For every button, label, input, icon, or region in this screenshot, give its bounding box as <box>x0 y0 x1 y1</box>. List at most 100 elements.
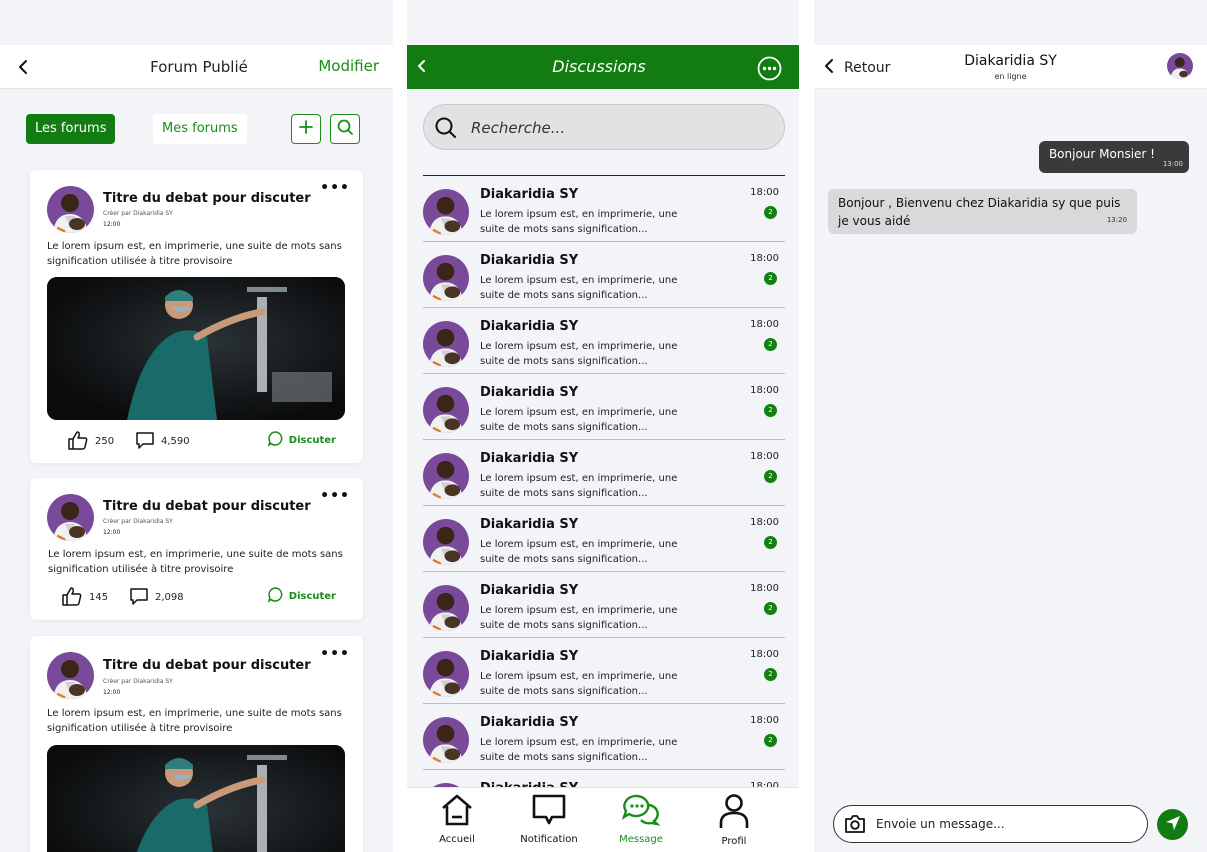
contact-name: Diakaridia SY <box>480 451 579 466</box>
contact-avatar[interactable] <box>1167 53 1193 79</box>
tab-accueil[interactable]: Accueil <box>417 793 497 845</box>
post-actions: 145 2,098 Discuter <box>30 586 363 610</box>
conversation-item[interactable]: Diakaridia SY Le lorem ipsum est, en impr… <box>423 440 785 506</box>
more-options-icon[interactable]: ••• <box>320 488 350 504</box>
search-icon <box>336 118 354 140</box>
like-count: 250 <box>95 436 115 447</box>
message-time: 18:00 <box>750 385 779 396</box>
message-preview: Le lorem ipsum est, en imprimerie, une s… <box>480 275 678 301</box>
thumbs-up-icon <box>61 586 83 609</box>
message-preview: Le lorem ipsum est, en imprimerie, une s… <box>480 209 678 235</box>
search-icon <box>434 116 458 144</box>
unread-badge: 2 <box>764 536 777 549</box>
send-button[interactable] <box>1157 809 1188 840</box>
conversation-item[interactable]: Diakaridia SY Le lorem ipsum est, en impr… <box>423 638 785 704</box>
contact-avatar <box>423 717 469 763</box>
message-time: 18:00 <box>750 319 779 330</box>
discussions-screen: Discussions Recherche... Diakaridia SY Le… <box>407 0 799 852</box>
tab-profil[interactable]: Profil <box>694 793 774 847</box>
camera-icon[interactable] <box>844 814 866 838</box>
discussions-header: Discussions <box>407 45 799 89</box>
message-time: 18:00 <box>750 451 779 462</box>
post-time: 12:00 <box>103 221 121 228</box>
more-options-icon[interactable] <box>757 56 782 85</box>
message-input[interactable]: Envoie un message... <box>833 805 1148 843</box>
post-time: 12:00 <box>103 529 121 536</box>
discuss-button[interactable]: Discuter <box>267 586 336 606</box>
add-forum-button[interactable] <box>291 114 321 144</box>
unread-badge: 2 <box>764 734 777 747</box>
tab-label: Message <box>619 834 663 845</box>
forum-screen: Forum Publié Modifier Les forums Mes for… <box>0 0 393 852</box>
more-options-icon[interactable]: ••• <box>320 646 350 662</box>
message-time: 18:00 <box>750 649 779 660</box>
contact-avatar <box>423 321 469 367</box>
message-time: 18:00 <box>750 517 779 528</box>
post-image <box>47 277 345 420</box>
chat-header: Retour Diakaridia SY en ligne <box>814 45 1207 89</box>
post-text: Le lorem ipsum est, en imprimerie, une s… <box>47 708 342 734</box>
message-preview: Le lorem ipsum est, en imprimerie, une s… <box>480 671 678 697</box>
unread-badge: 2 <box>764 668 777 681</box>
conversation-item[interactable]: Diakaridia SY Le lorem ipsum est, en impr… <box>423 374 785 440</box>
like-button[interactable]: 250 <box>67 430 114 453</box>
unread-badge: 2 <box>764 272 777 285</box>
comment-icon <box>129 586 149 609</box>
forum-header: Forum Publié Modifier <box>0 45 393 89</box>
comment-button[interactable]: 2,098 <box>129 586 184 609</box>
message-preview: Le lorem ipsum est, en imprimerie, une s… <box>480 341 678 367</box>
search-forum-button[interactable] <box>330 114 360 144</box>
post-image <box>47 745 345 852</box>
conversation-item[interactable]: Diakaridia SY Le lorem ipsum est, en impr… <box>423 308 785 374</box>
contact-name: Diakaridia SY <box>480 649 579 664</box>
message-time: 13:20 <box>1106 216 1127 224</box>
contact-name: Diakaridia SY <box>480 253 579 268</box>
forum-post-card[interactable]: Titre du debat pour discuter Créer par D… <box>30 478 363 620</box>
author-avatar <box>47 652 94 699</box>
message-preview: Le lorem ipsum est, en imprimerie, une s… <box>480 737 678 763</box>
conversation-item[interactable]: Diakaridia SY Le lorem ipsum est, en impr… <box>423 572 785 638</box>
unread-badge: 2 <box>764 602 777 615</box>
post-time: 12:00 <box>103 689 121 696</box>
unread-badge: 2 <box>764 206 777 219</box>
tab-notification[interactable]: Notification <box>509 793 589 845</box>
discuss-button[interactable]: Discuter <box>267 430 336 450</box>
forum-post-card[interactable]: Titre du debat pour discuter Créer par D… <box>30 636 363 852</box>
forum-post-card[interactable]: Titre du debat pour discuter Créer par D… <box>30 170 363 463</box>
contact-name: Diakaridia SY <box>480 187 579 202</box>
message-incoming: Bonjour , Bienvenu chez Diakaridia sy qu… <box>828 189 1137 234</box>
modify-button[interactable]: Modifier <box>318 57 379 75</box>
message-icon <box>621 794 661 831</box>
message-time: 18:00 <box>750 715 779 726</box>
tab-message[interactable]: Message <box>601 793 681 845</box>
comment-count: 2,098 <box>155 592 184 603</box>
plus-icon <box>298 119 314 139</box>
post-author: Créer par Diakaridia SY <box>103 678 173 685</box>
like-button[interactable]: 145 <box>61 586 108 609</box>
unread-badge: 2 <box>764 404 777 417</box>
contact-avatar <box>423 255 469 301</box>
comment-icon <box>135 430 155 453</box>
post-actions: 250 4,590 Discuter <box>30 430 363 454</box>
tab-les-forums[interactable]: Les forums <box>26 114 116 144</box>
post-author: Créer par Diakaridia SY <box>103 210 173 217</box>
conversation-item[interactable]: Diakaridia SY Le lorem ipsum est, en impr… <box>423 506 785 572</box>
contact-name: Diakaridia SY <box>480 715 579 730</box>
message-text: Bonjour Monsier ! <box>1048 147 1155 161</box>
search-input[interactable]: Recherche... <box>423 104 785 150</box>
tab-mes-forums[interactable]: Mes forums <box>153 114 247 144</box>
comment-button[interactable]: 4,590 <box>135 430 190 453</box>
search-placeholder: Recherche... <box>471 119 566 137</box>
tab-label: Notification <box>520 834 578 845</box>
tab-label: Profil <box>721 836 747 847</box>
more-options-icon[interactable]: ••• <box>320 180 350 196</box>
conversation-item[interactable]: Diakaridia SY Le lorem ipsum est, en impr… <box>423 176 785 242</box>
conversation-item[interactable]: Diakaridia SY Le lorem ipsum est, en impr… <box>423 704 785 770</box>
contact-avatar <box>423 585 469 631</box>
chat-bubble-icon <box>267 430 284 450</box>
profile-icon <box>717 794 751 833</box>
post-author: Créer par Diakaridia SY <box>103 518 173 525</box>
message-time: 18:00 <box>750 187 779 198</box>
discuss-label: Discuter <box>288 590 336 602</box>
conversation-item[interactable]: Diakaridia SY Le lorem ipsum est, en impr… <box>423 242 785 308</box>
